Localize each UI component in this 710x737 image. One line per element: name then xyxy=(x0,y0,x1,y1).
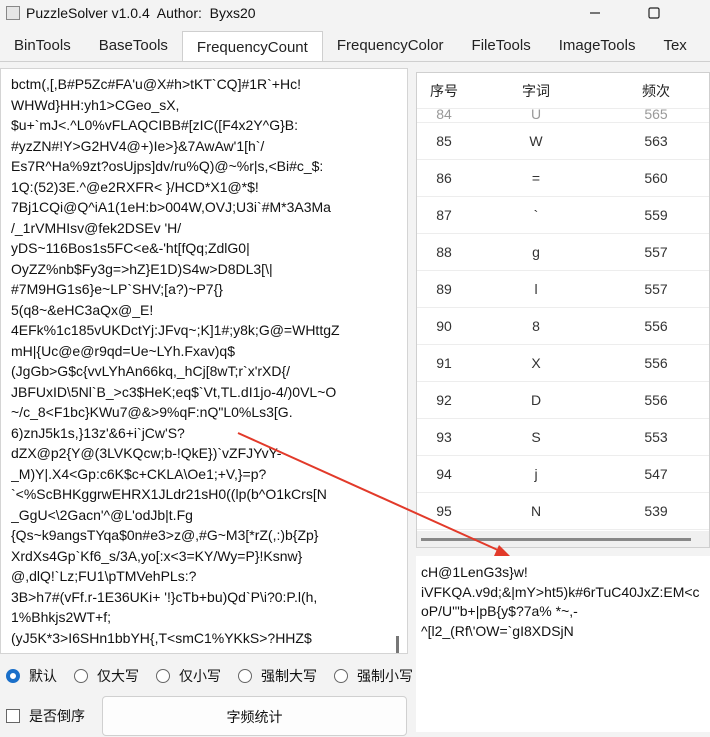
radio-label: 仅小写 xyxy=(179,668,221,684)
row-count: 547 xyxy=(644,466,668,482)
table-body: 84 U 565 85 W 563 86 = 560 87 ` 559 88 g… xyxy=(417,102,709,530)
frequency-count-button[interactable]: 字频统计 xyxy=(102,696,407,736)
tab-basetools[interactable]: BaseTools xyxy=(85,30,182,61)
radio-label: 仅大写 xyxy=(97,668,139,684)
table-row[interactable]: 94 j 547 xyxy=(417,456,709,493)
table-row[interactable]: 87 ` 559 xyxy=(417,197,709,234)
radio-button[interactable] xyxy=(156,669,170,683)
row-count: 559 xyxy=(644,207,668,223)
row-index: 93 xyxy=(436,429,452,445)
header-char[interactable]: 字词 xyxy=(471,73,601,108)
reverse-order-option[interactable]: 是否倒序 xyxy=(6,706,85,726)
radio-label: 强制小写 xyxy=(357,668,413,684)
row-index: 89 xyxy=(436,281,452,297)
table-row[interactable]: 93 S 553 xyxy=(417,419,709,456)
maximize-icon[interactable] xyxy=(631,0,677,26)
row-index: 91 xyxy=(436,355,452,371)
radio-uppercase-only[interactable]: 仅大写 xyxy=(74,666,139,686)
row-index: 85 xyxy=(436,133,452,149)
row-char: D xyxy=(530,392,542,408)
row-index: 87 xyxy=(436,207,452,223)
tab-textools[interactable]: Tex xyxy=(649,30,700,61)
row-index: 90 xyxy=(436,318,452,334)
row-count: 563 xyxy=(644,133,668,149)
scrollbar-thumb[interactable] xyxy=(421,538,691,541)
row-char: l xyxy=(534,281,538,297)
tab-frequencycount[interactable]: FrequencyCount xyxy=(181,31,323,61)
row-count: 539 xyxy=(644,503,668,519)
table-row[interactable]: 88 g 557 xyxy=(417,234,709,271)
radio-button[interactable] xyxy=(238,669,252,683)
row-char: j xyxy=(534,466,538,482)
app-icon xyxy=(6,6,20,20)
row-count: 556 xyxy=(644,318,668,334)
row-index: 88 xyxy=(436,244,452,260)
reverse-label: 是否倒序 xyxy=(29,708,85,724)
header-count[interactable]: 频次 xyxy=(601,73,709,108)
minimize-icon[interactable] xyxy=(572,0,618,26)
output-textarea[interactable]: cH@1LenG3s}w! iVFKQA.v9d;&|mY>ht5)k#6rTu… xyxy=(416,556,710,732)
window-title: PuzzleSolver v1.0.4 Author: Byxs20 xyxy=(26,5,256,21)
case-options: 默认 仅大写 仅小写 强制大写 强制小写 xyxy=(6,666,430,686)
output-text[interactable]: cH@1LenG3s}w! iVFKQA.v9d;&|mY>ht5)k#6rTu… xyxy=(421,563,700,641)
row-char: N xyxy=(530,503,542,519)
table-row[interactable]: 89 l 557 xyxy=(417,271,709,308)
radio-label: 默认 xyxy=(29,668,57,684)
table-row[interactable]: 92 D 556 xyxy=(417,382,709,419)
table-row[interactable]: 95 N 539 xyxy=(417,493,709,530)
row-count: 557 xyxy=(644,244,668,260)
row-count: 557 xyxy=(644,281,668,297)
row-char: g xyxy=(532,244,540,260)
radio-force-uppercase[interactable]: 强制大写 xyxy=(238,666,317,686)
table-horizontal-scrollbar[interactable] xyxy=(417,531,709,547)
input-text[interactable]: bctm(,[,B#P5Zc#FA'u@X#h>tKT`CQ]#1R`+Hc! … xyxy=(11,74,386,653)
radio-button[interactable] xyxy=(334,669,348,683)
row-count: 556 xyxy=(644,392,668,408)
radio-lowercase-only[interactable]: 仅小写 xyxy=(156,666,221,686)
frequency-table[interactable]: 84 U 565 85 W 563 86 = 560 87 ` 559 88 g… xyxy=(416,72,710,548)
tab-filetools[interactable]: FileTools xyxy=(458,30,545,61)
row-index: 92 xyxy=(436,392,452,408)
radio-button[interactable] xyxy=(6,669,20,683)
table-row[interactable]: 85 W 563 xyxy=(417,123,709,160)
input-textarea[interactable]: bctm(,[,B#P5Zc#FA'u@X#h>tKT`CQ]#1R`+Hc! … xyxy=(0,68,408,654)
tab-frequencycolor[interactable]: FrequencyColor xyxy=(323,30,458,61)
radio-default[interactable]: 默认 xyxy=(6,666,57,686)
radio-label: 强制大写 xyxy=(261,668,317,684)
radio-button[interactable] xyxy=(74,669,88,683)
header-index[interactable]: 序号 xyxy=(417,73,471,108)
row-index: 95 xyxy=(436,503,452,519)
table-row[interactable]: 86 = 560 xyxy=(417,160,709,197)
tab-bintools[interactable]: BinTools xyxy=(0,30,85,61)
row-char: = xyxy=(531,170,541,186)
row-char: W xyxy=(529,133,543,149)
row-index: 94 xyxy=(436,466,452,482)
row-char: 8 xyxy=(532,318,540,334)
tab-imagetools[interactable]: ImageTools xyxy=(545,30,650,61)
input-scrollbar[interactable] xyxy=(396,636,399,653)
table-header: 序号 字词 频次 xyxy=(417,73,709,109)
title-bar: PuzzleSolver v1.0.4 Author: Byxs20 xyxy=(0,0,710,26)
row-char: X xyxy=(531,355,541,371)
reverse-checkbox[interactable] xyxy=(6,709,20,723)
tab-bar: BinTools BaseTools FrequencyCount Freque… xyxy=(0,30,710,62)
table-row[interactable]: 91 X 556 xyxy=(417,345,709,382)
table-row[interactable]: 90 8 556 xyxy=(417,308,709,345)
row-char: S xyxy=(531,429,541,445)
row-char: ` xyxy=(533,207,539,223)
row-count: 553 xyxy=(644,429,668,445)
row-count: 560 xyxy=(644,170,668,186)
radio-force-lowercase[interactable]: 强制小写 xyxy=(334,666,413,686)
row-count: 556 xyxy=(644,355,668,371)
row-index: 86 xyxy=(436,170,452,186)
